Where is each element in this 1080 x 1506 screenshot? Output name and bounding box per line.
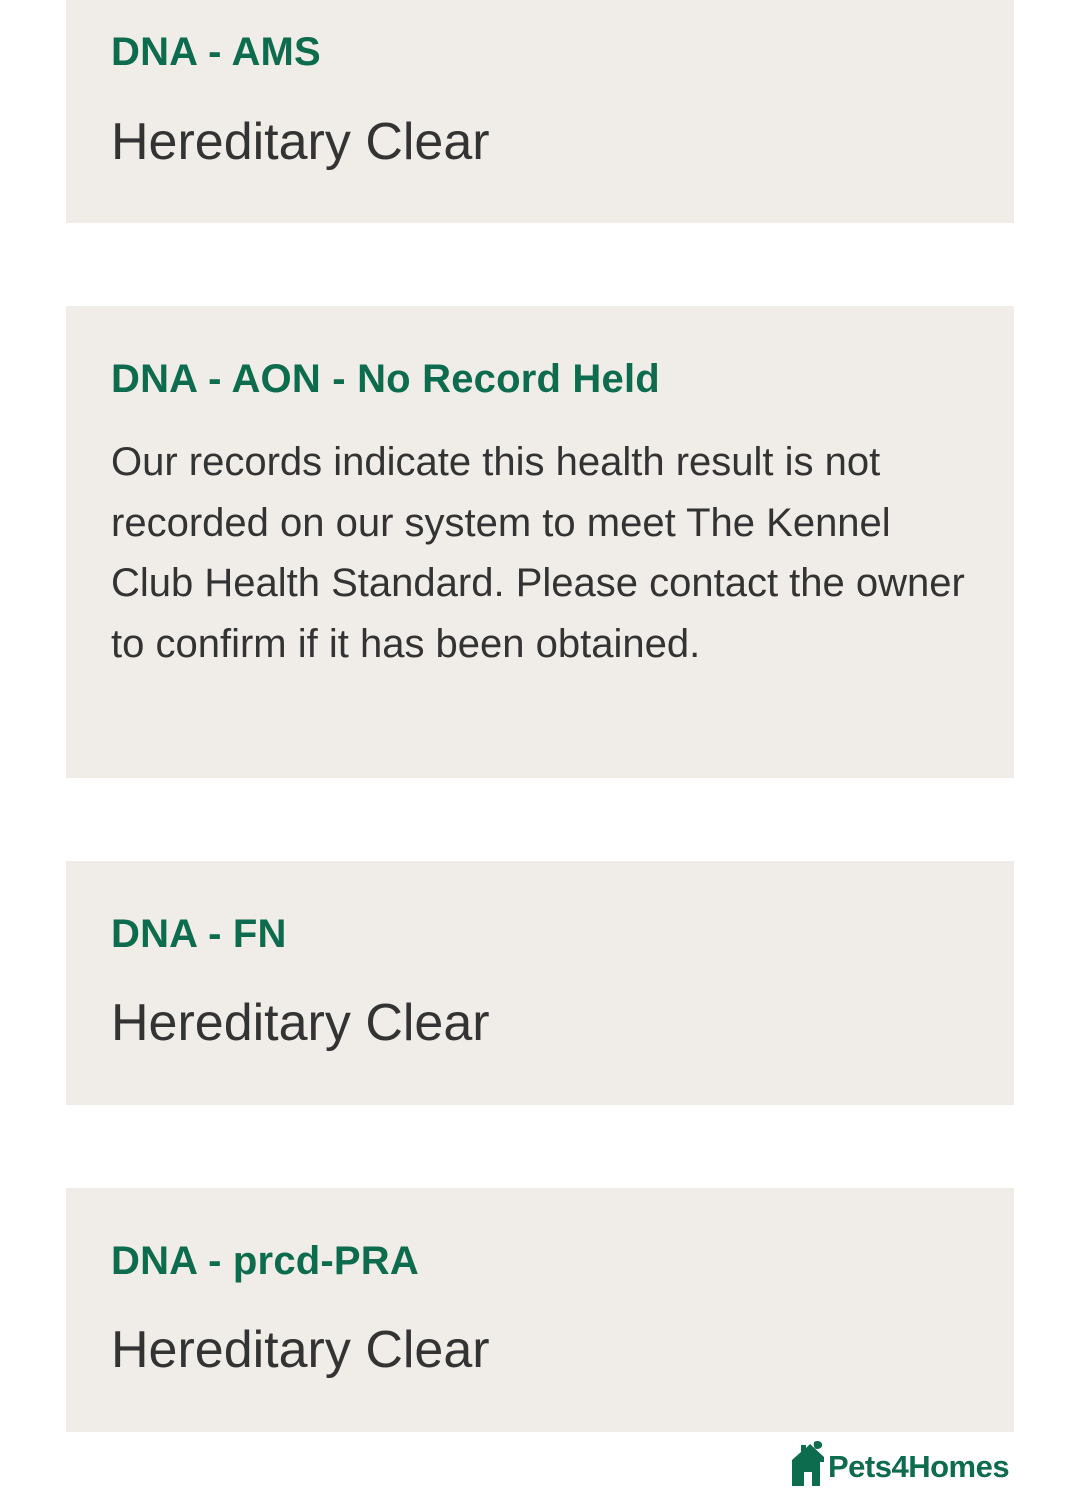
health-result-title: DNA - AON - No Record Held <box>111 357 660 401</box>
health-result-card-fn: DNA - FN Hereditary Clear <box>66 861 1014 1105</box>
health-result-value: Hereditary Clear <box>111 994 490 1052</box>
health-result-value: Hereditary Clear <box>111 1321 490 1379</box>
pets4homes-wordmark: Pets4Homes <box>828 1449 1010 1484</box>
pets4homes-logo-icon <box>792 1440 824 1486</box>
health-result-card-aon: DNA - AON - No Record Held Our records i… <box>66 306 1014 778</box>
health-result-title: DNA - prcd-PRA <box>111 1239 419 1283</box>
health-result-title: DNA - AMS <box>111 30 321 74</box>
health-result-card-ams: DNA - AMS Hereditary Clear <box>66 0 1014 223</box>
pets4homes-watermark: Pets4Homes <box>790 1434 1010 1486</box>
health-result-card-prcd-pra: DNA - prcd-PRA Hereditary Clear <box>66 1188 1014 1432</box>
health-result-description: Our records indicate this health result … <box>111 440 965 666</box>
health-result-value: Hereditary Clear <box>111 113 490 171</box>
health-result-title: DNA - FN <box>111 912 287 956</box>
